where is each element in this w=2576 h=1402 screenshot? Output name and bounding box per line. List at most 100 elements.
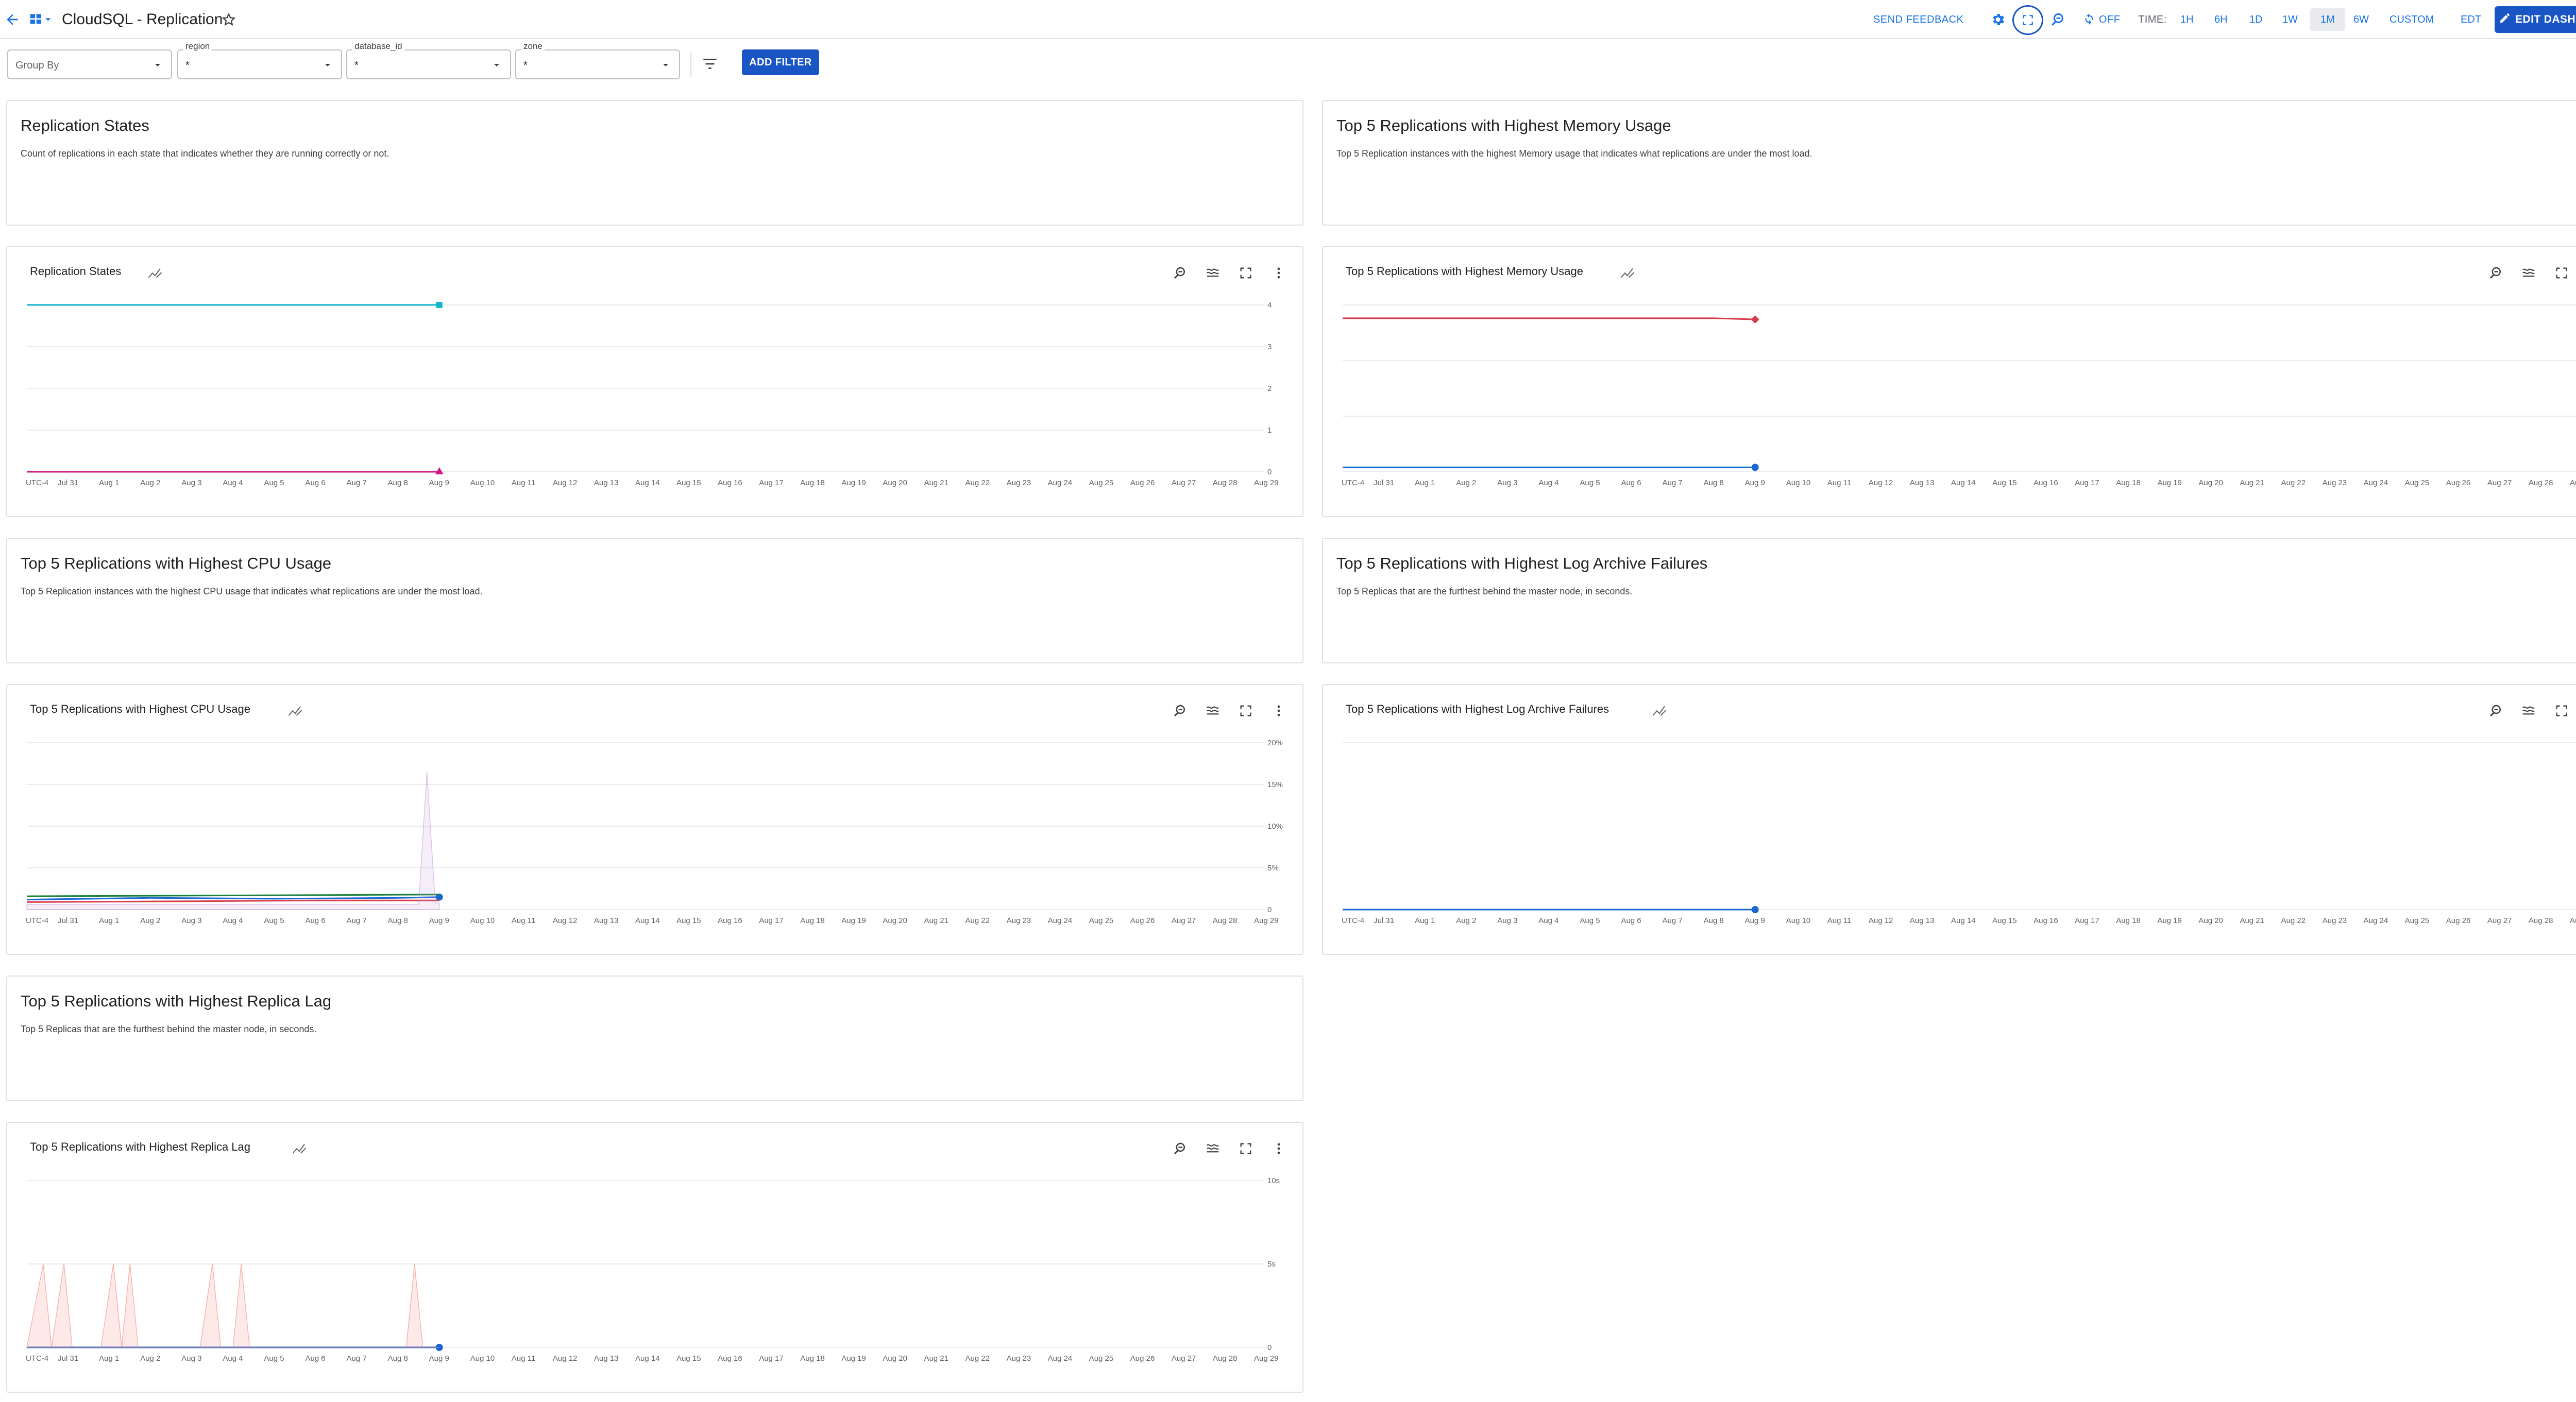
- x-tick-label: Aug 8: [1704, 916, 1724, 925]
- x-tick-label: Aug 6: [305, 916, 325, 925]
- x-tick-label: Aug 8: [388, 1354, 408, 1363]
- chart-plot[interactable]: 0.511.52UTC-4Jul 31Aug 1Aug 2Aug 3Aug 4A…: [1323, 247, 2576, 518]
- x-tick-label: Aug 7: [1663, 916, 1683, 925]
- x-tick-label: Aug 2: [1456, 916, 1476, 925]
- timezone-button[interactable]: EDT: [2455, 8, 2486, 31]
- group-by-select[interactable]: Group By: [7, 49, 172, 79]
- x-tick-label: Aug 26: [2446, 478, 2471, 487]
- filter-list-icon[interactable]: [699, 53, 721, 75]
- back-arrow-icon[interactable]: [2, 9, 23, 30]
- y-tick-label: 20%: [1267, 739, 1283, 747]
- x-tick-label: Aug 10: [470, 478, 495, 487]
- chart-plot[interactable]: 0 5% 10% 15% 20% UTC-4 Jul 31 Aug 1 Aug 2 Aug 3 Au…: [7, 685, 1304, 956]
- x-tick-label: Aug 16: [2033, 916, 2058, 925]
- x-tick-label: Aug 25: [1089, 478, 1114, 487]
- star-icon[interactable]: [218, 9, 239, 30]
- gear-icon[interactable]: [1988, 9, 2008, 30]
- card-title: Replication States: [21, 116, 149, 134]
- x-tick-label: Aug 14: [1951, 916, 1976, 925]
- x-tick-label: Aug 9: [429, 478, 449, 487]
- chart-plot[interactable]: 0 1 2 3 4 UTC-4 Jul 31 Aug 1 Aug 2 Aug 3 Aug 4 Aug …: [7, 247, 1304, 518]
- y-tick-label: 0: [1267, 468, 1272, 476]
- x-tick-label: Aug 25: [1089, 1354, 1114, 1363]
- x-tick-label: Aug 21: [924, 1354, 948, 1363]
- auto-refresh-toggle[interactable]: OFF: [2099, 10, 2121, 29]
- x-tick-label: Aug 9: [1745, 916, 1765, 925]
- x-tick-label: Aug 5: [1580, 916, 1600, 925]
- chart-plot[interactable]: 0 5s 10s UTC-4 Jul 31 Aug 1 Aug 2 Aug 3 Aug 4 Aug…: [7, 1123, 1304, 1394]
- text-card-replication-states: Replication States Count of replications…: [6, 100, 1303, 226]
- x-tick-label: Aug 28: [1213, 1354, 1238, 1363]
- x-tick-label: Aug 1: [99, 916, 119, 925]
- text-card-cpu-usage: Top 5 Replications with Highest CPU Usag…: [6, 538, 1303, 663]
- range-button-1h[interactable]: 1H: [2175, 8, 2199, 31]
- x-tick-label: Aug 15: [676, 1354, 701, 1363]
- x-tick-label: Aug 4: [223, 478, 243, 487]
- x-tick-label: Aug 21: [924, 916, 948, 925]
- series-line: [1343, 317, 1755, 320]
- chart-plot[interactable]: 01UTC-4Jul 31Aug 1Aug 2Aug 3Aug 4Aug 5Au…: [1323, 685, 2576, 956]
- edit-dashboard-label: EDIT DASHBOARD: [2515, 13, 2576, 25]
- edit-dashboard-button[interactable]: EDIT DASHBOARD: [2495, 6, 2576, 33]
- x-tick-label: Aug 6: [305, 1354, 325, 1363]
- x-tick-label: Aug 29: [1254, 478, 1279, 487]
- series-line: [26, 899, 439, 903]
- x-tick-label: Aug 27: [2487, 916, 2512, 925]
- x-tick-label: Aug 13: [594, 478, 619, 487]
- chevron-down-icon: [155, 64, 160, 66]
- x-tick-label: Aug 10: [470, 916, 495, 925]
- range-button-1w[interactable]: 1W: [2277, 8, 2303, 31]
- range-button-custom[interactable]: CUSTOM: [2384, 8, 2439, 31]
- x-tick-label: Aug 10: [1786, 478, 1811, 487]
- y-tick-label: 4: [1267, 301, 1272, 310]
- x-tick-label: Aug 21: [924, 478, 948, 487]
- x-tick-label: Aug 13: [594, 916, 619, 925]
- range-button-1m[interactable]: 1M: [2310, 8, 2345, 31]
- x-tick-label: Aug 2: [140, 1354, 160, 1363]
- x-tick-label: Aug 27: [1172, 1354, 1196, 1363]
- x-tick-label: Aug 28: [1213, 916, 1238, 925]
- card-description: Count of replications in each state that…: [21, 148, 389, 159]
- x-tick-label: Aug 5: [264, 478, 284, 487]
- x-tick-label: Aug 8: [1704, 478, 1724, 487]
- text-card-log-archive-failures: Top 5 Replications with Highest Log Arch…: [1322, 538, 2576, 663]
- group-by-placeholder: Group By: [15, 60, 59, 71]
- y-tick-label: 0: [1267, 1343, 1272, 1352]
- send-feedback-button[interactable]: SEND FEEDBACK: [1873, 10, 1963, 29]
- y-tick-label: 5%: [1267, 864, 1279, 873]
- dashboard-grid-icon[interactable]: [29, 11, 54, 28]
- range-button-6h[interactable]: 6H: [2209, 8, 2233, 31]
- x-tick-label: Aug 1: [1415, 478, 1435, 487]
- card-description: Top 5 Replicas that are the furthest beh…: [1336, 586, 1633, 596]
- x-tick-label: Aug 24: [2364, 916, 2388, 925]
- region-filter[interactable]: region *: [177, 41, 342, 79]
- x-tick-label: Aug 11: [1827, 478, 1851, 487]
- x-tick-label: Aug 5: [264, 1354, 284, 1363]
- zoom-out-icon[interactable]: [2047, 9, 2068, 30]
- x-tick-label: Aug 14: [635, 478, 660, 487]
- x-tick-label: Aug 7: [347, 1354, 367, 1363]
- y-tick-label: 5s: [1267, 1260, 1276, 1269]
- add-filter-button[interactable]: ADD FILTER: [742, 49, 819, 75]
- x-tick-label: Aug 4: [223, 1354, 243, 1363]
- x-tick-label: Aug 25: [2405, 478, 2430, 487]
- x-tick-label: Aug 18: [2116, 478, 2141, 487]
- range-button-6w[interactable]: 6W: [2348, 8, 2374, 31]
- range-button-1d[interactable]: 1D: [2244, 8, 2268, 31]
- series-band: [26, 1263, 439, 1348]
- x-tick-label: Aug 11: [512, 478, 535, 487]
- x-tick-label: Aug 18: [2116, 916, 2141, 925]
- x-tick-label: Aug 20: [2198, 478, 2223, 487]
- x-tick-label: Aug 10: [470, 1354, 495, 1363]
- series-end-marker: [1751, 315, 1759, 324]
- x-tick-label: Aug 29: [2570, 916, 2576, 925]
- zone-filter[interactable]: zone *: [515, 41, 680, 79]
- autorenew-icon[interactable]: [2081, 11, 2097, 27]
- fit-screen-icon[interactable]: [2012, 5, 2043, 35]
- database-id-filter-label: database_id: [352, 41, 404, 52]
- x-tick-label: Aug 3: [181, 478, 201, 487]
- x-tick-label: Aug 2: [1456, 478, 1476, 487]
- x-tick-label: UTC-4: [26, 478, 48, 487]
- y-tick-label: 1: [1267, 426, 1272, 435]
- database-id-filter[interactable]: database_id *: [346, 41, 511, 79]
